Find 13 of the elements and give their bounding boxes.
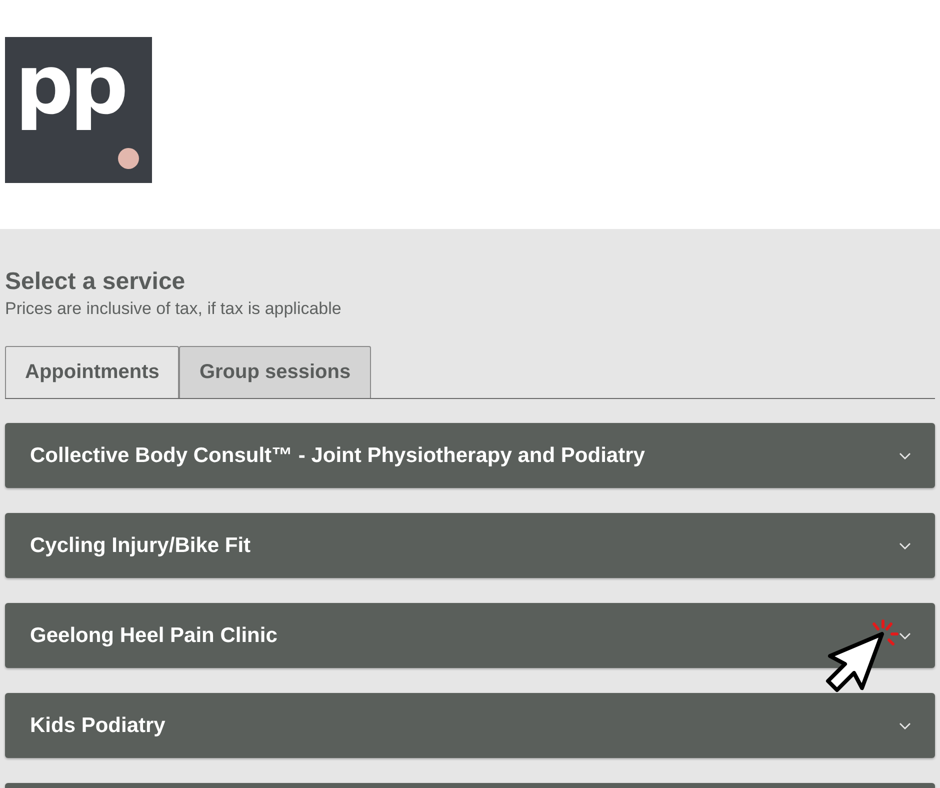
service-accordion[interactable]: Collective Body Consult™ - Joint Physiotherapy and Podiatry: [5, 423, 935, 488]
service-title: Kids Podiatry: [30, 714, 166, 738]
service-accordion[interactable]: Cycling Injury/Bike Fit: [5, 513, 935, 578]
tab[interactable]: Appointments: [5, 346, 180, 398]
service-title: Cycling Injury/Bike Fit: [30, 534, 251, 558]
tax-note: Prices are inclusive of tax, if tax is applicable: [5, 298, 342, 320]
service-accordion[interactable]: Geelong Heel Pain Clinic: [5, 603, 935, 668]
tab[interactable]: Group sessions: [179, 346, 371, 398]
section-title: Select a service: [5, 267, 186, 297]
service-title: Collective Body Consult™ - Joint Physiotherapy and Podiatry: [30, 444, 645, 468]
service-title: Geelong Heel Pain Clinic: [30, 624, 278, 648]
logo-dot: [118, 148, 139, 169]
service-accordion[interactable]: Kids Podiatry: [5, 693, 935, 758]
